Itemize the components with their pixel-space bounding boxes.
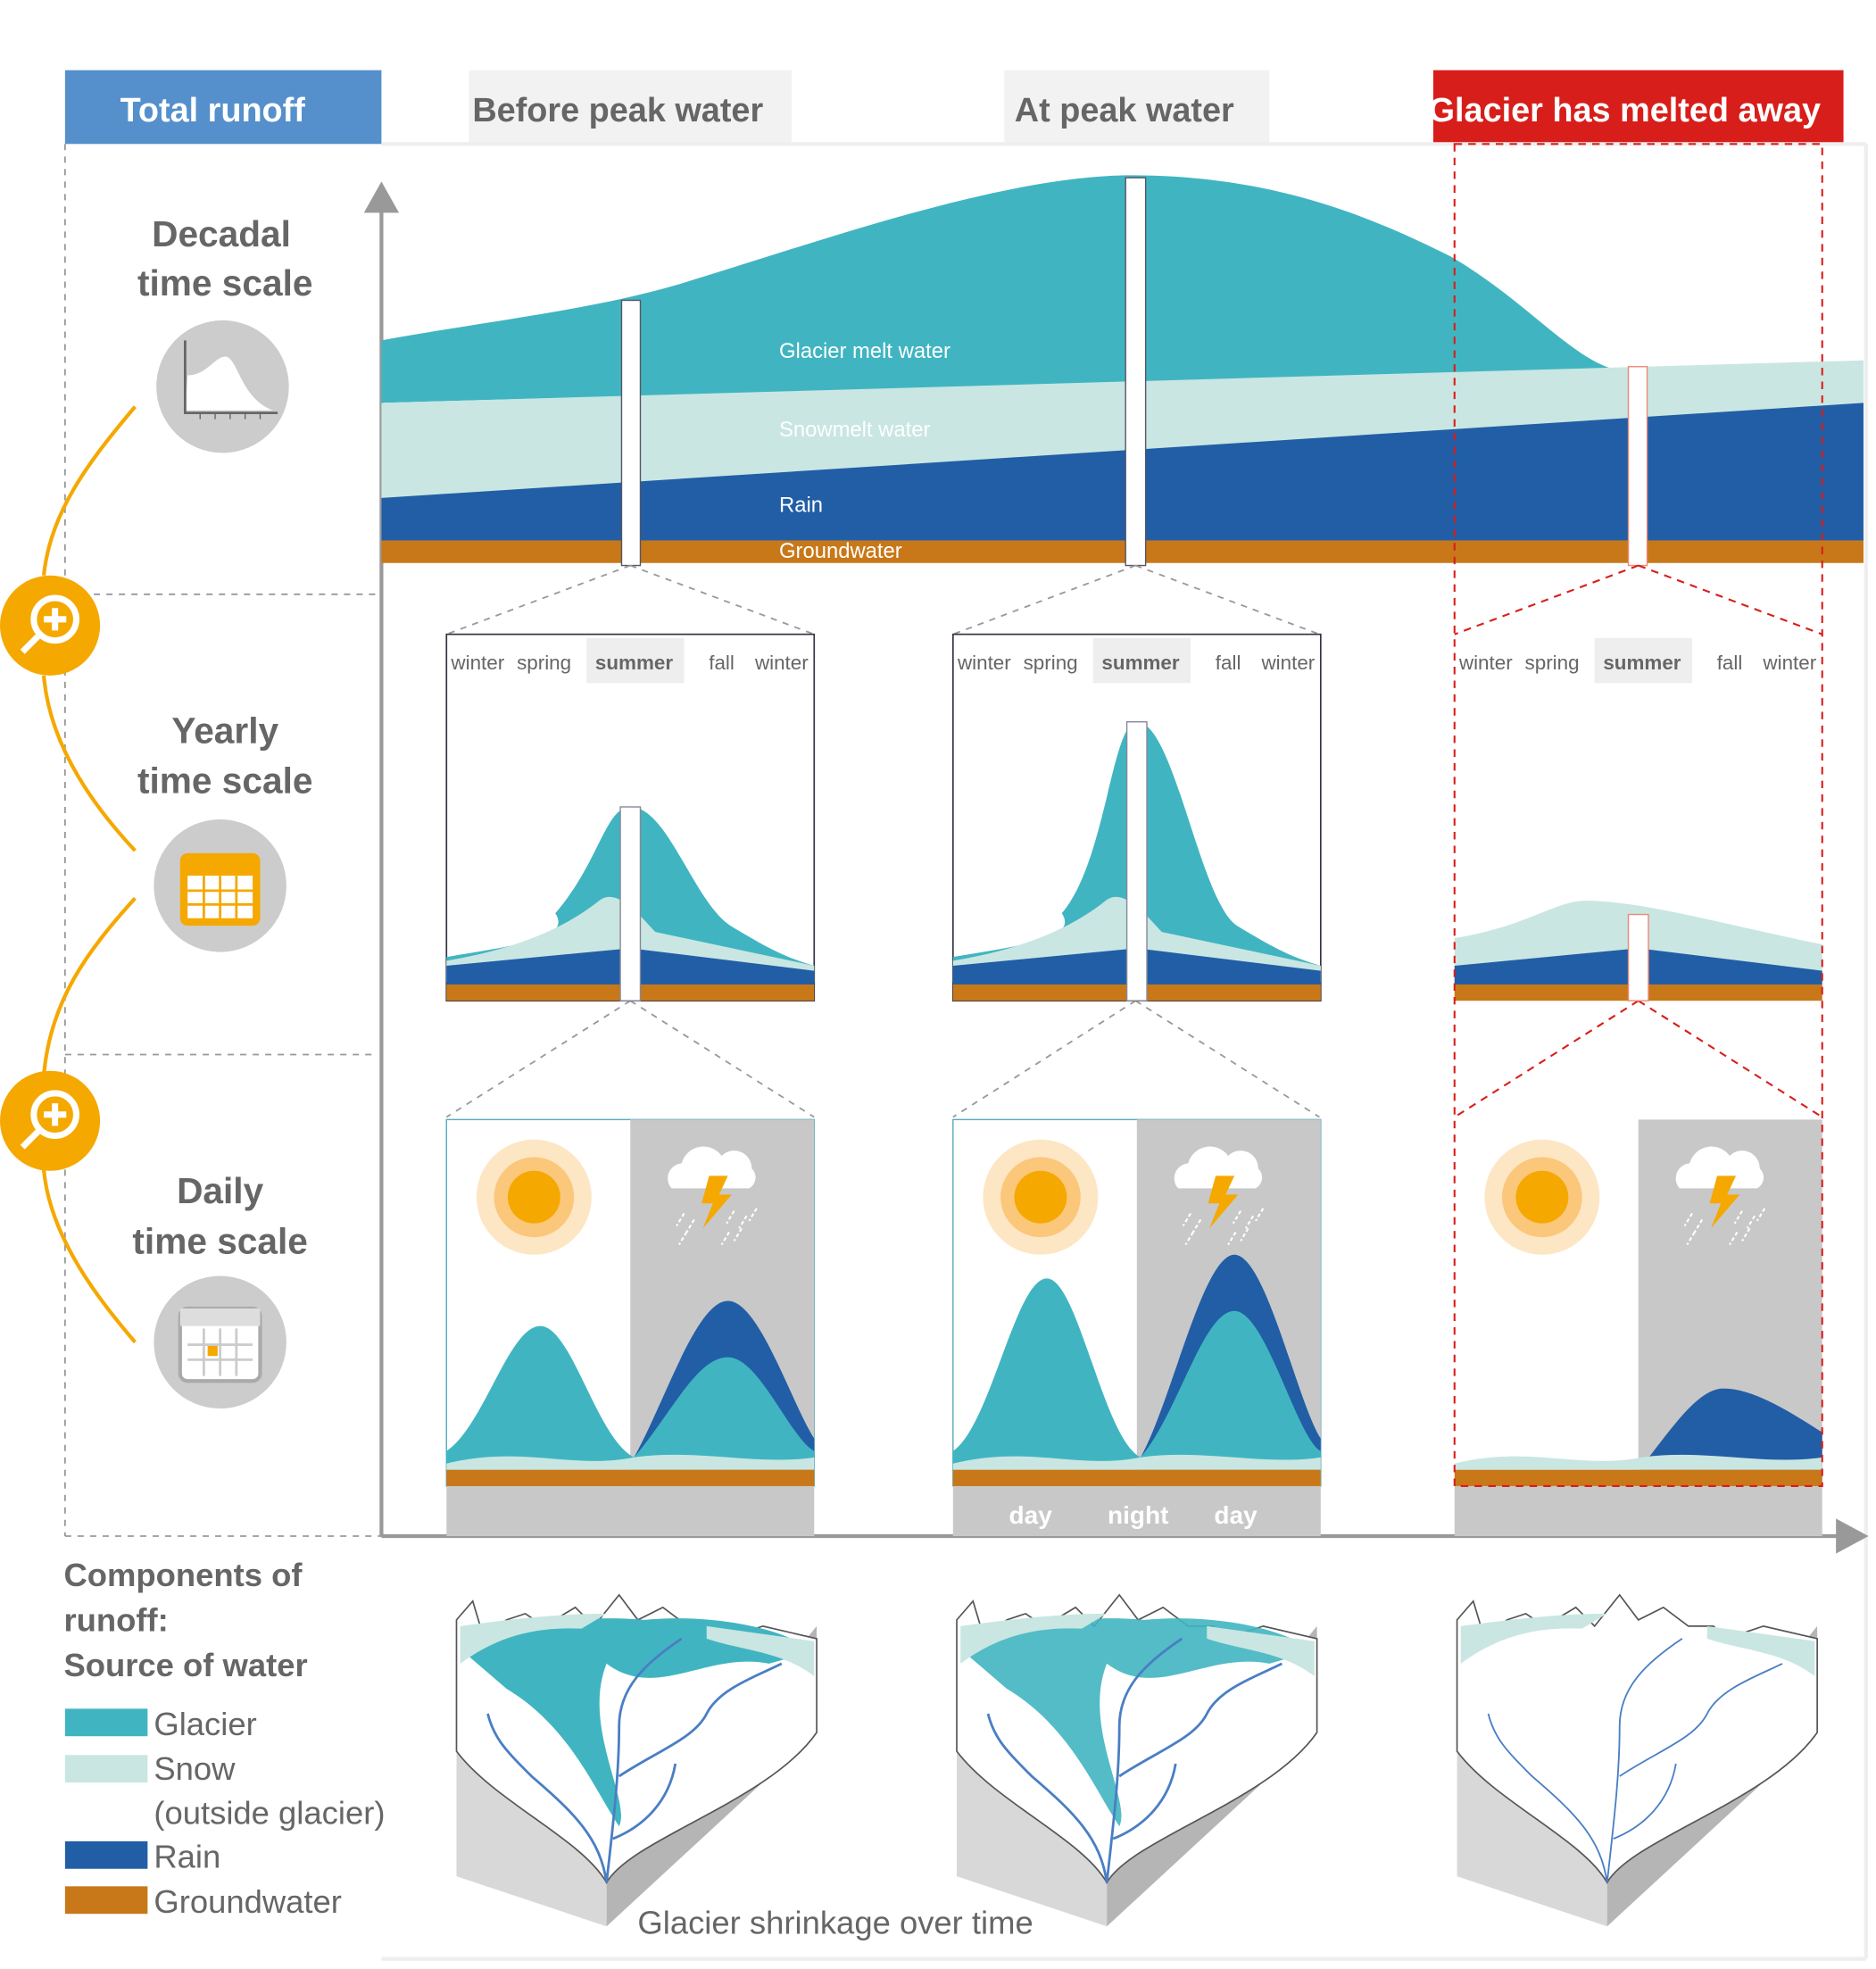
legend-snow: Snow: [154, 1750, 236, 1787]
sun-icon: [476, 1139, 592, 1255]
time-bar: [1454, 1485, 1822, 1536]
legend-swatch-glacier: [64, 1708, 148, 1737]
legend-rain: Rain: [154, 1838, 220, 1874]
x-axis-arrow: [1836, 1518, 1869, 1554]
legend-title-3: Source of water: [63, 1647, 307, 1683]
sun-core: [507, 1170, 560, 1224]
decadal-chart: Glacier melt water Snowmelt water Rain G…: [381, 175, 1864, 567]
rain-label: Rain: [779, 493, 823, 517]
season-label-winter: winter: [1762, 652, 1816, 674]
daily-chart: [952, 1118, 1322, 1536]
legend-glacier: Glacier: [154, 1706, 256, 1742]
season-label-spring: spring: [1525, 652, 1580, 674]
glacier-shrinkage-caption: Glacier shrinkage over time: [637, 1905, 1033, 1941]
season-label-spring: spring: [517, 652, 571, 674]
groundwater-base: [446, 1469, 815, 1486]
decadal-label-2: time scale: [137, 262, 312, 303]
yearly-label-2: time scale: [137, 760, 312, 802]
season-label-spring: spring: [1024, 652, 1078, 674]
glacier-landscape: [455, 1593, 818, 1927]
season-label-winter: winter: [1260, 652, 1315, 674]
slice-peak: [1125, 177, 1147, 567]
season-label-summer: summer: [595, 652, 673, 674]
y-axis-arrow: [363, 181, 400, 213]
season-label-winter: winter: [450, 652, 504, 674]
daily-label: Daily: [177, 1170, 264, 1211]
legend-groundwater: Groundwater: [154, 1883, 342, 1920]
slice-before: [620, 299, 642, 567]
glacier-landscape: [1456, 1593, 1818, 1927]
time-bar: [446, 1485, 815, 1536]
sun-core: [1014, 1170, 1067, 1224]
yearly-chart: winter spring summer fall winter: [1454, 637, 1822, 1001]
calendar-day-icon: [154, 1275, 286, 1409]
yearly-label: Yearly: [171, 710, 278, 752]
season-label-winter: winter: [754, 652, 809, 674]
slice-bar: [619, 806, 642, 1001]
daily-chart: [445, 1118, 815, 1536]
sun-icon: [1484, 1139, 1600, 1255]
glacier-melt-label: Glacier melt water: [779, 339, 950, 363]
sun-icon: [983, 1139, 1099, 1255]
season-label-summer: summer: [1101, 652, 1179, 674]
snowmelt-label: Snowmelt water: [779, 418, 930, 442]
legend: Components of runoff: Source of water Gl…: [63, 1557, 385, 1920]
season-label-fall: fall: [1717, 652, 1743, 674]
legend-title-2: runoff:: [63, 1601, 168, 1638]
zoom-in-icon: [0, 1070, 101, 1171]
day-label: day: [1214, 1501, 1258, 1529]
total-runoff-title: Total runoff: [120, 92, 306, 129]
daily-chart: [1454, 1119, 1822, 1536]
peak-water-diagram: Total runoff Before peak water At peak w…: [0, 70, 1869, 1961]
groundwater-base: [952, 1469, 1321, 1486]
season-label-winter: winter: [1458, 652, 1513, 674]
sun-core: [1515, 1170, 1569, 1224]
legend-title: Components of: [63, 1557, 303, 1593]
legend-snow-note: (outside glacier): [154, 1794, 385, 1831]
calendar-icon: [154, 819, 286, 952]
legend-swatch-groundwater: [64, 1886, 148, 1915]
day-label: day: [1009, 1501, 1053, 1529]
slice-bar: [1125, 721, 1148, 1001]
zoom-in-icon: [0, 575, 101, 676]
season-label-summer: summer: [1603, 652, 1681, 674]
slice-melted: [1627, 366, 1648, 567]
season-label-winter: winter: [957, 652, 1011, 674]
stage-melted-label: Glacier has melted away: [1429, 92, 1821, 129]
season-label-fall: fall: [1216, 652, 1241, 674]
yearly-chart: winter spring summer fall winter: [445, 633, 816, 1002]
slice-bar: [1627, 913, 1649, 1001]
stage-peak-label: At peak water: [1015, 92, 1234, 129]
stage-before-label: Before peak water: [472, 92, 763, 129]
groundwater-base: [1454, 1469, 1822, 1486]
legend-swatch-snow: [64, 1755, 148, 1783]
yearly-chart: winter spring summer fall winter: [951, 633, 1322, 1002]
glacier-landscape: [956, 1593, 1318, 1927]
legend-swatch-rain: [64, 1840, 148, 1869]
glacier-layer: [381, 175, 1614, 403]
night-label: night: [1108, 1501, 1168, 1529]
zoom-curves: [41, 405, 137, 1344]
daily-label-2: time scale: [132, 1220, 307, 1261]
chart-icon: [156, 320, 289, 453]
groundwater-label: Groundwater: [779, 539, 902, 563]
decadal-label: Decadal: [152, 213, 291, 254]
season-label-fall: fall: [709, 652, 735, 674]
